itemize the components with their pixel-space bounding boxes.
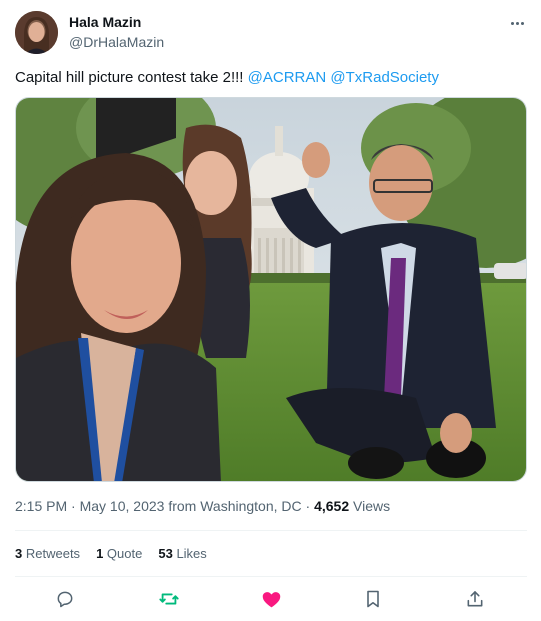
likes-stat[interactable]: 53 Likes xyxy=(158,546,206,561)
tweet-location[interactable]: from Washington, DC xyxy=(168,498,301,514)
heart-icon[interactable] xyxy=(258,586,284,612)
more-icon[interactable] xyxy=(506,14,528,32)
tweet-date[interactable]: May 10, 2023 xyxy=(80,498,165,514)
action-bar xyxy=(15,586,527,612)
retweet-icon[interactable] xyxy=(156,586,182,612)
author-handle[interactable]: @DrHalaMazin xyxy=(69,34,164,50)
quotes-count: 1 xyxy=(96,546,104,561)
divider xyxy=(15,576,527,577)
tweet-text: Capital hill picture contest take 2!!! @… xyxy=(15,69,439,87)
bookmark-icon[interactable] xyxy=(360,586,386,612)
tweet-meta: 2:15 PM · May 10, 2023 from Washington, … xyxy=(15,498,390,514)
views-count: 4,652 xyxy=(314,498,350,514)
divider xyxy=(15,530,527,531)
mention-acrran[interactable]: @ACRRAN xyxy=(248,69,327,86)
tweet: Hala Mazin @DrHalaMazin Capital hill pic… xyxy=(0,0,541,621)
tweet-header: Hala Mazin @DrHalaMazin xyxy=(15,10,530,56)
tweet-time[interactable]: 2:15 PM xyxy=(15,498,67,514)
retweets-count: 3 xyxy=(15,546,23,561)
meta-separator: · xyxy=(305,498,315,514)
tweet-body: Capital hill picture contest take 2!!! xyxy=(15,69,244,86)
share-icon[interactable] xyxy=(462,586,488,612)
mention-txradsociety[interactable]: @TxRadSociety xyxy=(330,69,439,86)
engagement-stats: 3 Retweets 1 Quote 53 Likes xyxy=(15,546,207,561)
quotes-label: Quote xyxy=(106,546,143,561)
likes-label: Likes xyxy=(176,546,207,561)
likes-count: 53 xyxy=(158,546,173,561)
retweets-stat[interactable]: 3 Retweets xyxy=(15,546,80,561)
reply-icon[interactable] xyxy=(52,586,78,612)
views-label: Views xyxy=(353,498,391,514)
author-name[interactable]: Hala Mazin xyxy=(69,14,141,30)
meta-separator: · xyxy=(71,498,80,514)
tweet-photo[interactable] xyxy=(15,97,527,482)
retweets-label: Retweets xyxy=(25,546,81,561)
quotes-stat[interactable]: 1 Quote xyxy=(96,546,142,561)
avatar[interactable] xyxy=(15,11,58,54)
